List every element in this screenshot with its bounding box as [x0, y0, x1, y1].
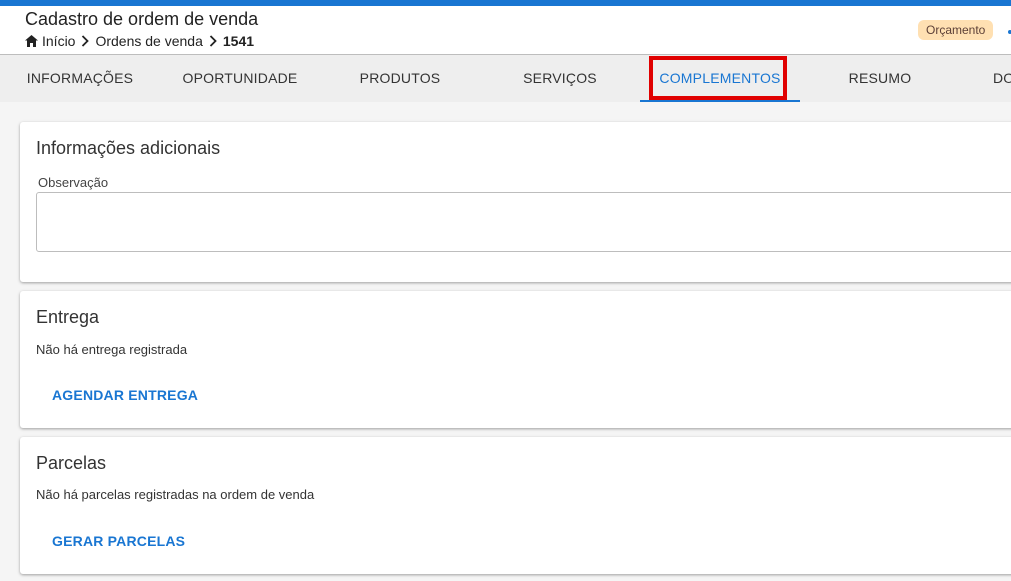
tab-produtos[interactable]: PRODUTOS [340, 55, 460, 102]
tab-documentos[interactable]: DO [993, 55, 1011, 102]
observation-field[interactable] [36, 192, 1011, 252]
empty-installments-text: Não há parcelas registradas na ordem de … [36, 487, 315, 502]
observation-label: Observação [38, 175, 109, 190]
tab-oportunidade[interactable]: OPORTUNIDADE [170, 55, 310, 102]
tab-servicos[interactable]: SERVIÇOS [500, 55, 620, 102]
breadcrumb-home[interactable]: Início [42, 33, 75, 49]
tab-complementos[interactable]: COMPLEMENTOS [640, 55, 800, 102]
tab-bar: INFORMAÇÕES OPORTUNIDADE PRODUTOS SERVIÇ… [0, 55, 1011, 102]
tab-informacoes[interactable]: INFORMAÇÕES [20, 55, 140, 102]
page-header: Cadastro de ordem de venda Início Ordens… [0, 6, 1011, 55]
generate-installments-button[interactable]: GERAR PARCELAS [52, 533, 185, 549]
card-informacoes-adicionais: Informações adicionais Observação [20, 122, 1011, 282]
card-parcelas: Parcelas Não há parcelas registradas na … [20, 437, 1011, 574]
schedule-delivery-button[interactable]: AGENDAR ENTREGA [52, 387, 198, 403]
section-title: Parcelas [36, 453, 107, 473]
breadcrumb: Início Ordens de venda 1541 [25, 33, 254, 49]
empty-delivery-text: Não há entrega registrada [36, 342, 188, 357]
section-title: Informações adicionais [36, 138, 221, 158]
page-title: Cadastro de ordem de venda [25, 9, 259, 29]
breadcrumb-order-number: 1541 [222, 33, 255, 49]
chevron-right-icon [81, 35, 90, 47]
section-title: Entrega [36, 307, 100, 327]
tab-resumo[interactable]: RESUMO [820, 55, 940, 102]
chevron-right-icon [209, 35, 217, 47]
breadcrumb-sales-orders[interactable]: Ordens de venda [95, 33, 202, 49]
home-icon[interactable] [25, 35, 38, 47]
status-badge: Orçamento [918, 20, 994, 40]
card-entrega: Entrega Não há entrega registrada AGENDA… [20, 291, 1011, 428]
